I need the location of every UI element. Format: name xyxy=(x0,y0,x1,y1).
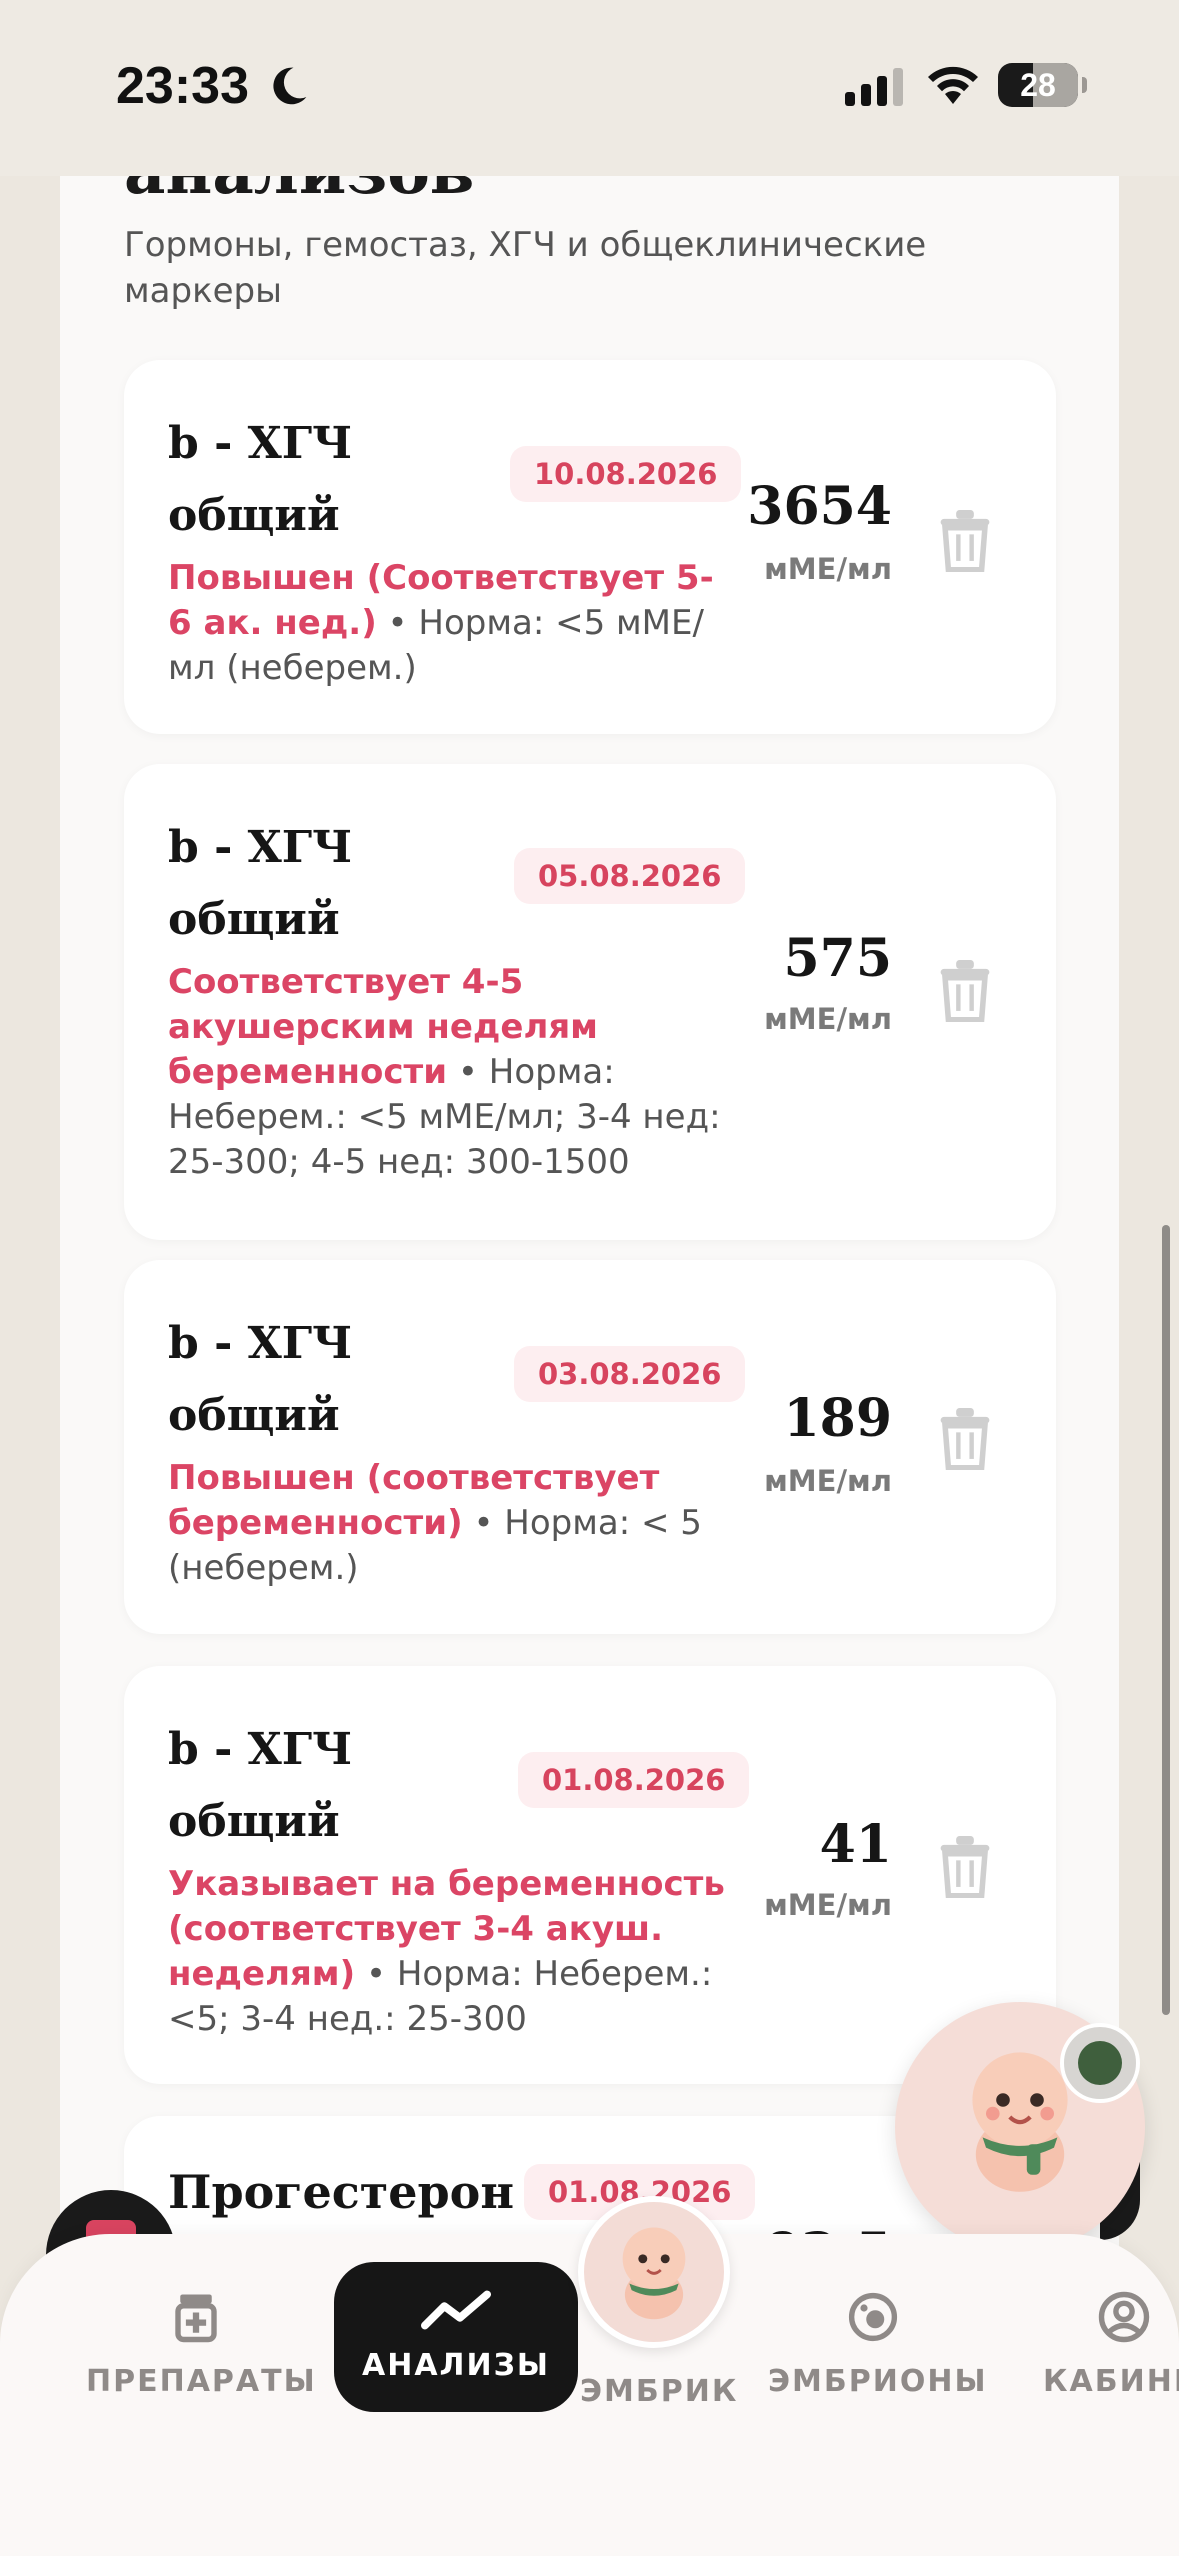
analysis-value: 575 xyxy=(783,928,892,989)
analysis-note: Повышен (соответствует беременности) • Н… xyxy=(168,1456,728,1591)
tab-embryos[interactable]: ЭМБРИОНЫ xyxy=(768,2290,986,2399)
tab-analyses[interactable]: АНАЛИЗЫ xyxy=(334,2262,578,2412)
trash-icon[interactable] xyxy=(938,510,992,572)
analysis-note: Повышен (Соответствует 5-6 ак. нед.) • Н… xyxy=(168,556,728,691)
profile-icon xyxy=(1098,2291,1150,2343)
tab-label: ЭМБРИОНЫ xyxy=(768,2364,988,2399)
tab-label: ЭМБРИК xyxy=(580,2374,739,2409)
analysis-title: b - ХГЧ общий xyxy=(168,418,353,541)
scroll-indicator xyxy=(1162,1225,1170,2015)
mascot-icon xyxy=(622,2227,686,2320)
analysis-card[interactable]: b - ХГЧ общий 03.08.2026 189 мМЕ/мл Повы… xyxy=(124,1260,1056,1634)
record-indicator[interactable] xyxy=(1060,2023,1140,2103)
date-badge: 01.08.2026 xyxy=(518,1752,750,1808)
moon-icon xyxy=(273,67,307,105)
tab-label: ПРЕПАРАТЫ xyxy=(86,2364,317,2399)
tab-label: КАБИНЕТ xyxy=(1043,2364,1179,2399)
analysis-unit: мМЕ/мл xyxy=(764,1888,892,1922)
trash-icon[interactable] xyxy=(938,1408,992,1470)
date-badge: 05.08.2026 xyxy=(514,848,746,904)
analysis-unit: мМЕ/мл xyxy=(764,1464,892,1498)
analysis-card[interactable]: b - ХГЧ общий 10.08.2026 3654 мМЕ/мл Пов… xyxy=(124,360,1056,734)
embryo-icon xyxy=(848,2292,898,2342)
analysis-value: 3654 xyxy=(747,476,892,537)
tab-label: АНАЛИЗЫ xyxy=(362,2348,550,2383)
tab-cabinet[interactable]: КАБИНЕТ xyxy=(1043,2290,1179,2399)
analysis-note: Указывает на беременность (соответствует… xyxy=(168,1862,728,2042)
analysis-value: 189 xyxy=(783,1388,892,1449)
battery-level: 28 xyxy=(1020,67,1056,103)
trash-icon[interactable] xyxy=(938,960,992,1022)
analysis-card[interactable]: b - ХГЧ общий 01.08.2026 41 мМЕ/мл Указы… xyxy=(124,1666,1056,2084)
analysis-unit: мМЕ/мл xyxy=(764,552,892,586)
analysis-title: b - ХГЧ общий xyxy=(168,1318,353,1441)
analysis-card[interactable]: b - ХГЧ общий 05.08.2026 575 мМЕ/мл Соот… xyxy=(124,764,1056,1240)
battery-cap xyxy=(1082,77,1087,93)
trash-icon[interactable] xyxy=(938,1836,992,1898)
tab-embrik[interactable]: ЭМБРИК xyxy=(580,2374,736,2409)
analysis-unit: мМЕ/мл xyxy=(764,1002,892,1036)
status-bar: 23:33 28 xyxy=(0,0,1179,176)
analysis-note: Соответствует 4-5 акушерским неделям бер… xyxy=(168,960,728,1185)
status-time: 23:33 xyxy=(116,57,249,115)
cellular-signal-icon xyxy=(845,68,903,106)
pill-bottle-icon xyxy=(175,2294,217,2343)
analysis-title: Прогестерон xyxy=(168,2165,515,2219)
analysis-title: b - ХГЧ общий xyxy=(168,822,353,945)
date-badge: 10.08.2026 xyxy=(510,446,742,502)
date-badge: 03.08.2026 xyxy=(514,1346,746,1402)
center-mascot-button[interactable] xyxy=(578,2196,730,2348)
tab-preparations[interactable]: ПРЕПАРАТЫ xyxy=(86,2290,315,2399)
wifi-icon xyxy=(928,66,978,104)
chart-line-icon xyxy=(421,2290,491,2330)
section-subtitle: Гормоны, гемостаз, ХГЧ и общеклинические… xyxy=(124,225,927,311)
analysis-value: 41 xyxy=(819,1814,892,1875)
section-title: анализов xyxy=(124,176,474,209)
analysis-title: b - ХГЧ общий xyxy=(168,1724,353,1847)
battery-indicator: 28 xyxy=(998,63,1078,107)
